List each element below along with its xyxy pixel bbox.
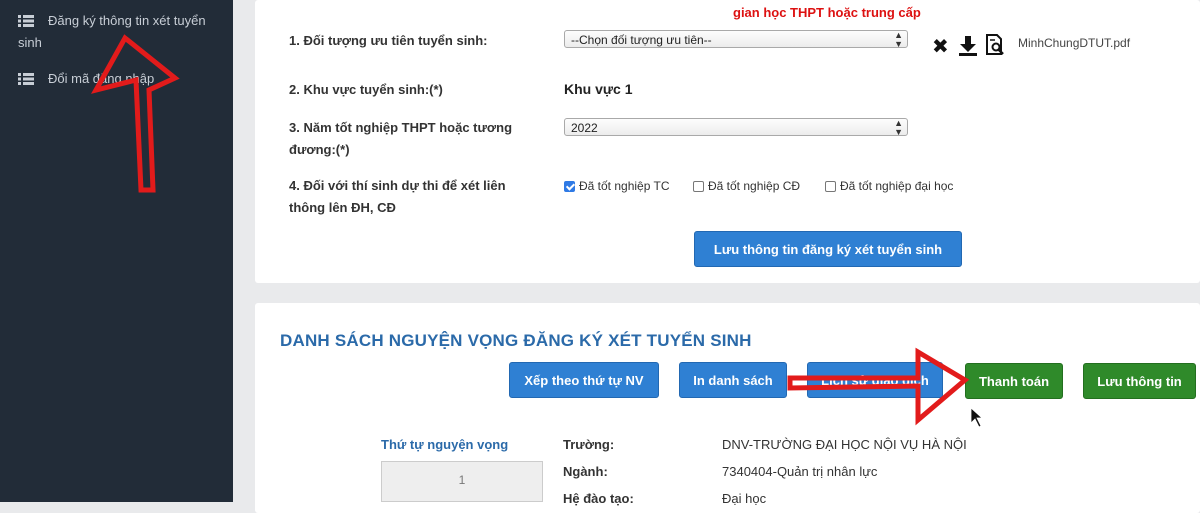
- sidebar-item-label-continued: sinh: [18, 35, 42, 50]
- notice-text: gian học THPT hoặc trung cấp: [733, 5, 921, 20]
- close-icon[interactable]: ✖: [932, 34, 949, 59]
- checkbox-unchecked-icon[interactable]: [825, 181, 836, 192]
- priority-label: 1. Đối tượng ưu tiên tuyển sinh:: [289, 33, 488, 48]
- checkbox-checked-icon[interactable]: [564, 181, 575, 192]
- select-arrows-icon: ▲ ▼: [894, 30, 903, 49]
- transfer-label-line2: thông lên ĐH, CĐ: [289, 200, 396, 215]
- list-icon: [18, 15, 34, 27]
- major-value: 7340404-Quản trị nhân lực: [722, 464, 878, 479]
- graduation-year-label-line1: 3. Năm tốt nghiệp THPT hoặc tương: [289, 120, 513, 135]
- major-label: Ngành:: [563, 464, 608, 479]
- sidebar-item-change-login[interactable]: Đổi mã đăng nhập: [18, 68, 218, 90]
- school-value: DNV-TRƯỜNG ĐẠI HỌC NỘI VỤ HÀ NỘI: [722, 437, 967, 452]
- priority-select[interactable]: --Chọn đối tượng ưu tiên-- ▲ ▼: [564, 30, 908, 49]
- checkbox-label: Đã tốt nghiệp đại học: [840, 179, 954, 193]
- order-label: Thứ tự nguyện vọng: [381, 437, 509, 452]
- payment-button[interactable]: Thanh toán: [965, 363, 1063, 399]
- checkbox-graduated-tc[interactable]: Đã tốt nghiệp TC: [564, 178, 670, 194]
- print-list-button[interactable]: In danh sách: [679, 362, 787, 398]
- checkbox-graduated-university[interactable]: Đã tốt nghiệp đại học: [825, 178, 953, 194]
- graduation-year-select[interactable]: 2022 ▲ ▼: [564, 118, 908, 137]
- sort-order-button[interactable]: Xếp theo thứ tự NV: [509, 362, 659, 398]
- checkbox-label: Đã tốt nghiệp CĐ: [708, 179, 801, 193]
- sidebar-item-label: Đổi mã đăng nhập: [48, 71, 155, 86]
- select-arrows-icon: ▲ ▼: [894, 118, 903, 137]
- priority-select-value: --Chọn đối tượng ưu tiên--: [571, 33, 712, 47]
- graduation-year-label-line2: đương:(*): [289, 142, 350, 157]
- sidebar-item-registration[interactable]: Đăng ký thông tin xét tuyển sinh: [18, 10, 218, 54]
- training-level-value: Đại học: [722, 491, 767, 506]
- save-info-button[interactable]: Lưu thông tin: [1083, 363, 1196, 399]
- transfer-label-line1: 4. Đối với thí sinh dự thi để xét liên: [289, 178, 506, 193]
- transfer-label: 4. Đối với thí sinh dự thi để xét liên t…: [289, 175, 506, 219]
- region-label: 2. Khu vực tuyển sinh:(*): [289, 82, 443, 97]
- sidebar-item-label: Đăng ký thông tin xét tuyển: [48, 13, 206, 28]
- graduation-year-label: 3. Năm tốt nghiệp THPT hoặc tương đương:…: [289, 117, 512, 161]
- graduation-year-select-value: 2022: [571, 121, 598, 135]
- school-label: Trường:: [563, 437, 615, 452]
- attached-file-name[interactable]: MinhChungDTUT.pdf: [1018, 36, 1130, 50]
- region-value: Khu vực 1: [564, 81, 633, 97]
- order-input[interactable]: 1: [381, 461, 543, 502]
- checkbox-graduated-cd[interactable]: Đã tốt nghiệp CĐ: [693, 178, 800, 194]
- transaction-history-button[interactable]: Lịch sử giao dịch: [807, 362, 943, 398]
- sidebar: Đăng ký thông tin xét tuyển sinh Đổi mã …: [0, 0, 233, 502]
- file-search-icon[interactable]: [985, 34, 1005, 56]
- training-level-label: Hệ đào tạo:: [563, 491, 634, 506]
- checkbox-label: Đã tốt nghiệp TC: [579, 179, 670, 193]
- section-title: DANH SÁCH NGUYỆN VỌNG ĐĂNG KÝ XÉT TUYỂN …: [280, 331, 752, 350]
- list-icon: [18, 73, 34, 85]
- save-registration-button[interactable]: Lưu thông tin đăng ký xét tuyển sinh: [694, 231, 962, 267]
- checkbox-unchecked-icon[interactable]: [693, 181, 704, 192]
- download-icon[interactable]: [958, 35, 978, 57]
